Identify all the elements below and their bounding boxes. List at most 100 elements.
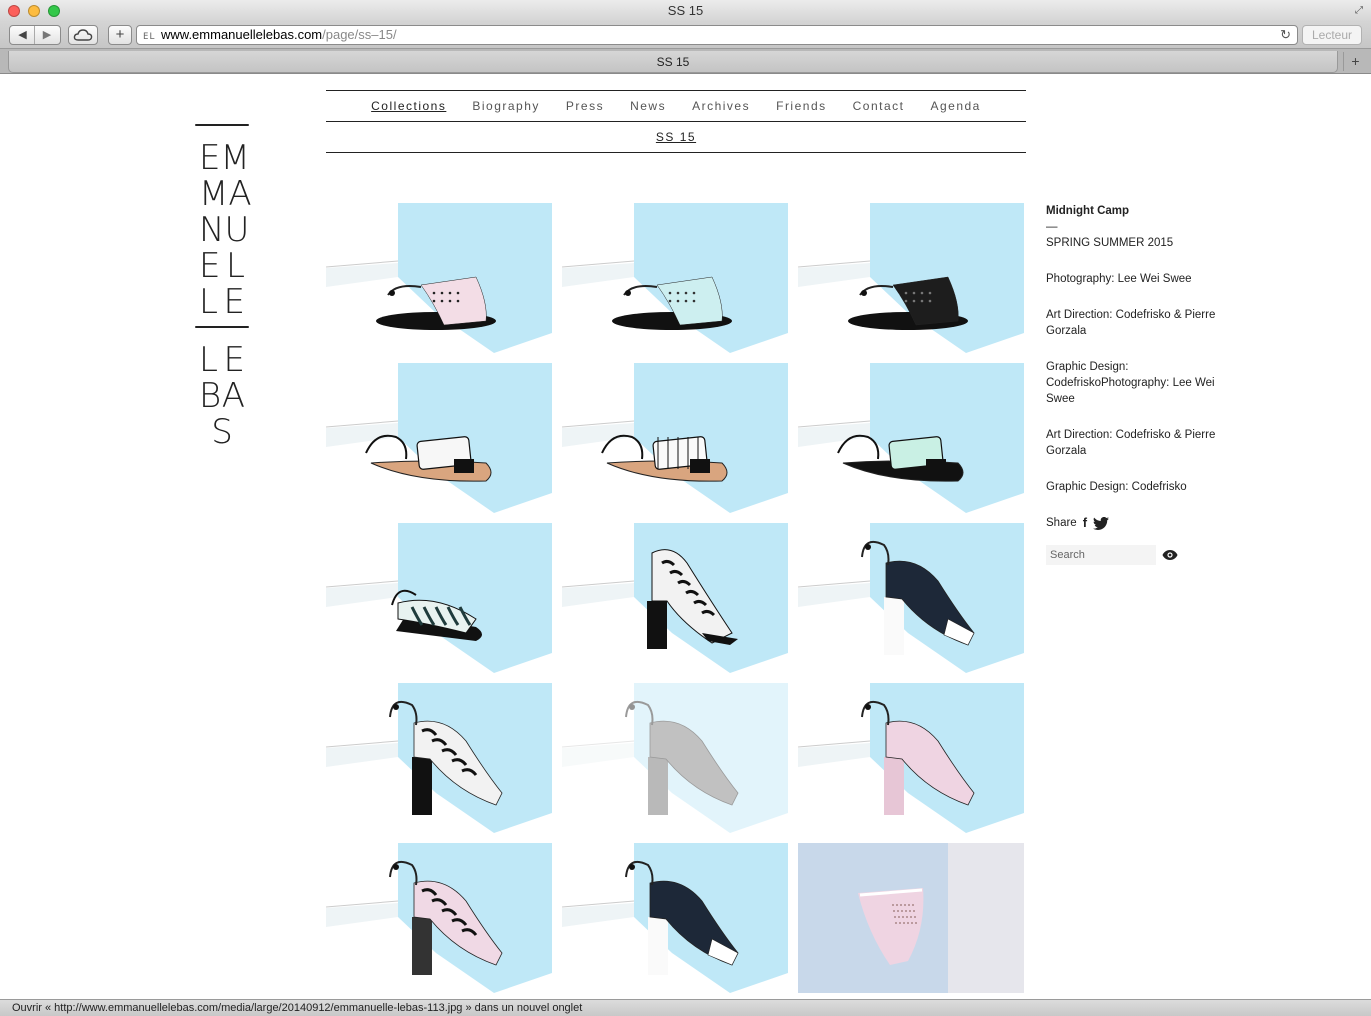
logo-last-name: LE BA S [195, 328, 249, 456]
gallery-image[interactable] [798, 683, 1024, 833]
icloud-tabs-button[interactable] [68, 25, 98, 45]
nav-item-contact[interactable]: Contact [853, 99, 905, 113]
nav-menu: Collections Biography Press News Archive… [326, 91, 1026, 121]
gallery-image[interactable] [326, 203, 552, 353]
share-row: Share f [1046, 515, 1216, 531]
forward-arrow-icon[interactable]: ▶ [35, 26, 59, 44]
shoe-photo [798, 363, 1024, 513]
logo-letter: B [199, 376, 222, 416]
shoe-photo [326, 683, 552, 833]
logo-letter: E [199, 246, 221, 286]
shoe-photo [798, 203, 1024, 353]
window-title: SS 15 [667, 3, 704, 18]
back-arrow-icon[interactable]: ◀ [11, 26, 35, 44]
shoe-photo [562, 683, 788, 833]
facebook-icon[interactable]: f [1083, 515, 1087, 531]
shoe-photo [562, 363, 788, 513]
collection-title: Midnight Camp [1046, 205, 1130, 217]
shoe-photo [562, 203, 788, 353]
plus-icon: + [1351, 53, 1360, 69]
nav-item-press[interactable]: Press [566, 99, 604, 113]
gallery-image[interactable] [562, 203, 788, 353]
logo-letter: N [199, 210, 225, 250]
logo-letter: E [199, 138, 221, 178]
shoe-photo [562, 523, 788, 673]
credit-line: Graphic Design: CodefriskoPhotography: L… [1046, 361, 1215, 405]
gallery-image[interactable] [798, 363, 1024, 513]
reader-button[interactable]: Lecteur [1302, 25, 1362, 45]
status-bar: Ouvrir « http://www.emmanuellelebas.com/… [0, 999, 1371, 1016]
address-bar[interactable]: EL www.emmanuellelebas.com/page/ss–15/ ↻ [136, 25, 1298, 45]
main-navigation: Collections Biography Press News Archive… [326, 90, 1026, 153]
logo-letter: A [228, 174, 252, 214]
plus-icon: + [115, 26, 125, 43]
reload-icon[interactable]: ↻ [1280, 26, 1291, 44]
tab-ss15[interactable]: SS 15 [8, 51, 1338, 73]
title-dash: — [1046, 221, 1058, 233]
collection-info: Midnight Camp — SPRING SUMMER 2015 Photo… [1046, 203, 1216, 565]
nav-rule-bottom [326, 152, 1026, 153]
logo-letter: E [223, 340, 245, 380]
logo-letter: E [223, 282, 245, 322]
shoe-photo [326, 843, 552, 993]
logo-letter: A [221, 376, 245, 416]
nav-item-friends[interactable]: Friends [776, 99, 827, 113]
gallery-image[interactable] [326, 363, 552, 513]
window-titlebar: SS 15 ⤢ [0, 0, 1371, 22]
shoe-photo [326, 523, 552, 673]
site-logo[interactable]: EM MA NU EL LE LE BA S [195, 124, 252, 456]
web-page: EM MA NU EL LE LE BA S Collections Biogr… [0, 74, 1371, 999]
credit-line: Photography: Lee Wei Swee [1046, 273, 1192, 285]
nav-item-news[interactable]: News [630, 99, 666, 113]
back-forward-buttons: ◀ ▶ [9, 25, 61, 45]
url-path: /page/ss–15/ [322, 27, 397, 42]
credit-line: Graphic Design: Codefrisko [1046, 481, 1187, 493]
shoe-photo [798, 683, 1024, 833]
season-label: SPRING SUMMER 2015 [1046, 237, 1174, 249]
credit-line: Art Direction: Codefrisko & Pierre Gorza… [1046, 429, 1216, 457]
gallery-image[interactable] [562, 843, 788, 993]
gallery-image[interactable] [798, 843, 1024, 993]
url-host: www.emmanuellelebas.com [161, 27, 323, 42]
tab-bar: SS 15 + [0, 48, 1371, 74]
shoe-photo [562, 843, 788, 993]
search-input[interactable] [1046, 545, 1156, 565]
sub-navigation: SS 15 [326, 122, 1026, 152]
fullscreen-icon[interactable]: ⤢ [1353, 5, 1365, 17]
logo-letter: L [199, 340, 218, 380]
eye-icon[interactable] [1162, 549, 1178, 561]
shoe-photo [798, 843, 1024, 993]
cloud-icon [73, 29, 93, 41]
browser-toolbar: ◀ ▶ + EL www.emmanuellelebas.com/page/ss–… [0, 22, 1371, 48]
nav-item-biography[interactable]: Biography [472, 99, 540, 113]
shoe-photo [326, 203, 552, 353]
logo-letter: M [220, 138, 250, 178]
search-row [1046, 545, 1216, 565]
gallery-image[interactable] [326, 683, 552, 833]
logo-letter: U [224, 210, 250, 250]
gallery-image[interactable] [798, 203, 1024, 353]
nav-item-agenda[interactable]: Agenda [930, 99, 980, 113]
share-label: Share [1046, 517, 1077, 529]
logo-letter: M [199, 174, 229, 214]
logo-letter: L [226, 246, 245, 286]
url-text[interactable]: www.emmanuellelebas.com/page/ss–15/ [161, 26, 397, 44]
new-tab-plus-button[interactable]: + [108, 25, 132, 45]
shoe-photo [326, 363, 552, 513]
subnav-item-ss15[interactable]: SS 15 [656, 130, 696, 144]
gallery-image[interactable] [798, 523, 1024, 673]
gallery-image[interactable] [326, 843, 552, 993]
credit-line: Art Direction: Codefrisko & Pierre Gorza… [1046, 309, 1216, 337]
nav-item-collections[interactable]: Collections [371, 99, 446, 113]
twitter-bird-icon[interactable] [1093, 516, 1110, 530]
logo-letter: S [211, 412, 233, 452]
gallery-image[interactable] [562, 683, 788, 833]
new-tab-button[interactable]: + [1343, 52, 1367, 71]
logo-letter: L [199, 282, 218, 322]
gallery-image[interactable] [562, 523, 788, 673]
shoe-photo [798, 523, 1024, 673]
nav-item-archives[interactable]: Archives [692, 99, 750, 113]
gallery-image[interactable] [326, 523, 552, 673]
gallery-image[interactable] [562, 363, 788, 513]
logo-first-name: EM MA NU EL LE [195, 126, 252, 326]
